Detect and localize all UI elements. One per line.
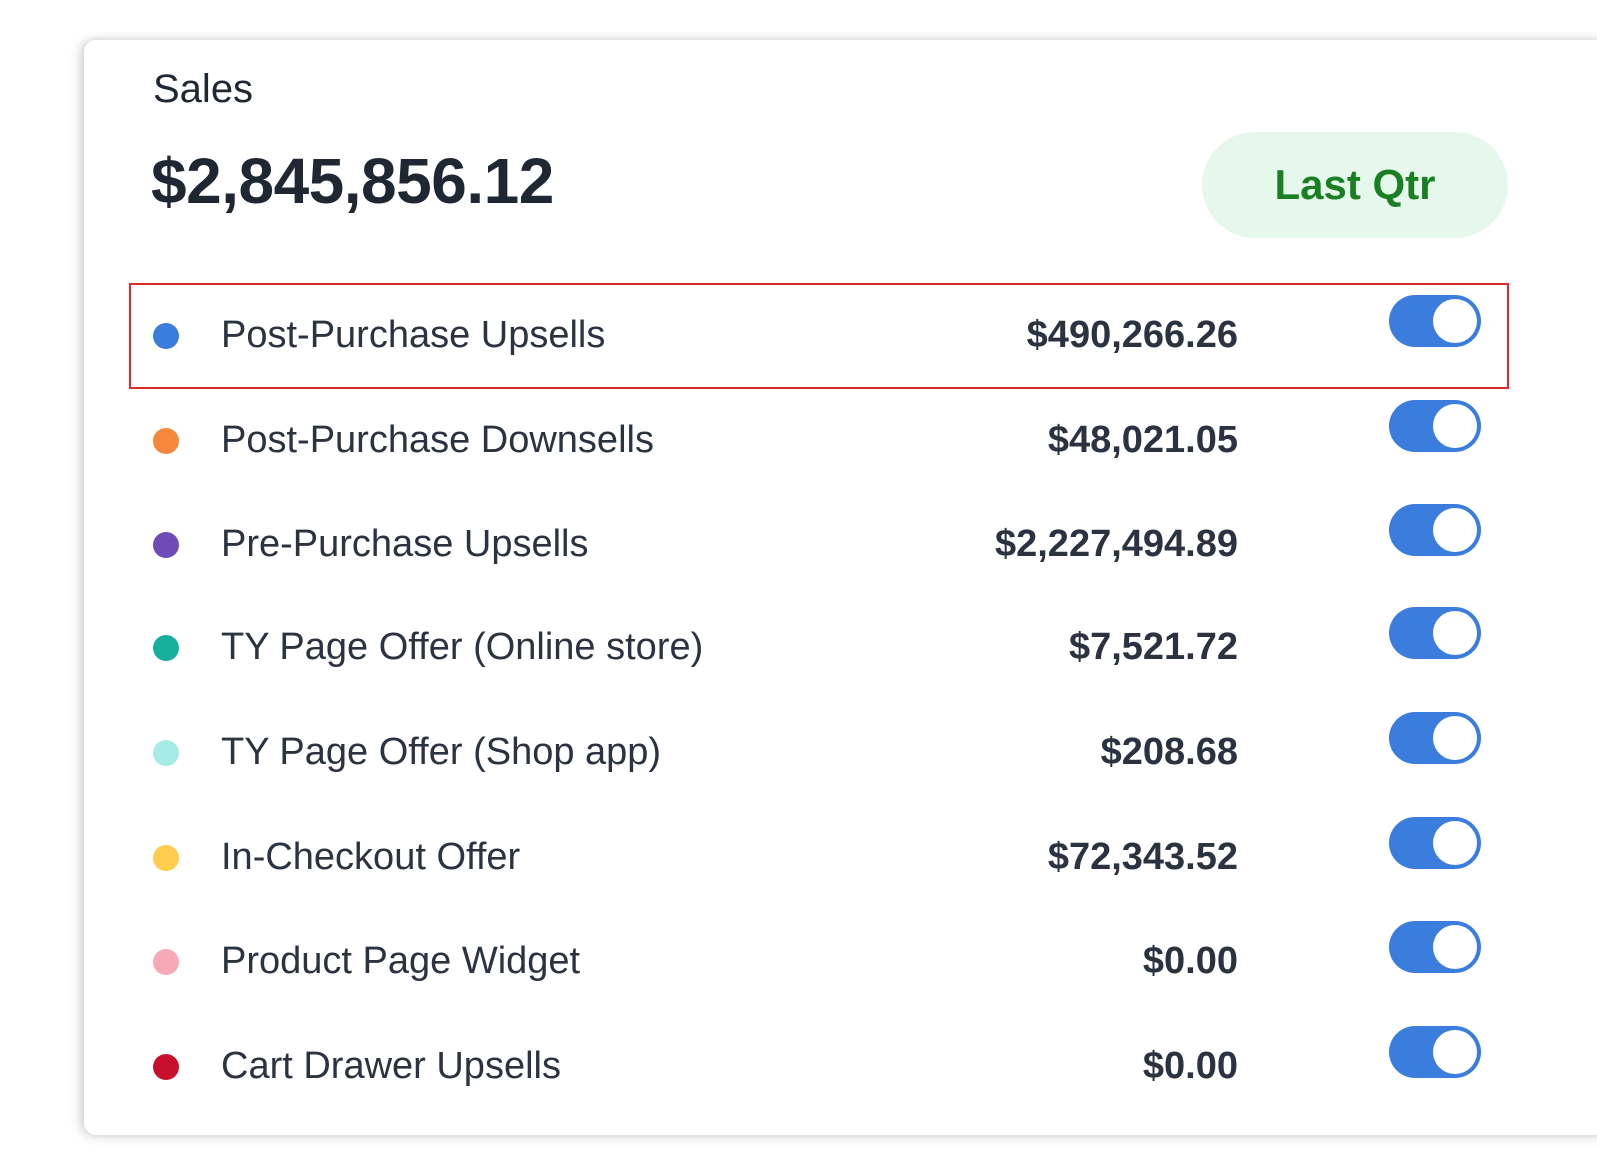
enable-toggle[interactable] <box>1389 817 1481 869</box>
row-value: $0.00 <box>1142 1045 1238 1087</box>
period-button[interactable]: Last Qtr <box>1202 132 1508 238</box>
sales-row: In-Checkout Offer $72,343.52 <box>130 806 1508 910</box>
row-value: $7,521.72 <box>1068 626 1238 668</box>
enable-toggle[interactable] <box>1389 504 1481 556</box>
series-color-dot <box>153 635 179 661</box>
series-color-dot <box>153 740 179 766</box>
row-label: In-Checkout Offer <box>221 836 521 878</box>
sales-row: Pre-Purchase Upsells $2,227,494.89 <box>130 493 1508 597</box>
sales-row: Post-Purchase Upsells $490,266.26 <box>129 283 1509 389</box>
sales-total: $2,845,856.12 <box>151 145 554 217</box>
row-label: Cart Drawer Upsells <box>221 1045 561 1087</box>
row-label: Pre-Purchase Upsells <box>221 523 589 565</box>
sales-row: Post-Purchase Downsells $48,021.05 <box>130 389 1508 493</box>
sales-row: Product Page Widget $0.00 <box>130 910 1508 1014</box>
series-color-dot <box>153 949 179 975</box>
row-value: $490,266.26 <box>1026 314 1238 356</box>
row-value: $208.68 <box>1100 731 1238 773</box>
series-color-dot <box>153 532 179 558</box>
row-label: Post-Purchase Upsells <box>221 314 606 356</box>
toggle-knob <box>1433 611 1477 655</box>
card-title: Sales <box>153 67 254 111</box>
toggle-knob <box>1433 299 1477 343</box>
row-value: $0.00 <box>1142 940 1238 982</box>
row-label: TY Page Offer (Online store) <box>221 626 704 668</box>
enable-toggle[interactable] <box>1389 400 1481 452</box>
toggle-knob <box>1433 716 1477 760</box>
enable-toggle[interactable] <box>1389 295 1481 347</box>
series-color-dot <box>153 1054 179 1080</box>
series-color-dot <box>153 428 179 454</box>
toggle-knob <box>1433 508 1477 552</box>
row-label: Post-Purchase Downsells <box>221 419 654 461</box>
row-label: TY Page Offer (Shop app) <box>221 731 662 773</box>
toggle-knob <box>1433 1030 1477 1074</box>
toggle-knob <box>1433 821 1477 865</box>
enable-toggle[interactable] <box>1389 921 1481 973</box>
row-value: $72,343.52 <box>1047 836 1238 878</box>
sales-row: TY Page Offer (Shop app) $208.68 <box>130 701 1508 805</box>
enable-toggle[interactable] <box>1389 712 1481 764</box>
enable-toggle[interactable] <box>1389 1026 1481 1078</box>
enable-toggle[interactable] <box>1389 607 1481 659</box>
sales-row: Cart Drawer Upsells $0.00 <box>130 1015 1508 1119</box>
row-label: Product Page Widget <box>221 940 581 982</box>
sales-row: TY Page Offer (Online store) $7,521.72 <box>130 596 1508 700</box>
toggle-knob <box>1433 925 1477 969</box>
series-color-dot <box>153 845 179 871</box>
row-value: $48,021.05 <box>1047 419 1238 461</box>
toggle-knob <box>1433 404 1477 448</box>
row-value: $2,227,494.89 <box>994 523 1238 565</box>
series-color-dot <box>153 323 179 349</box>
